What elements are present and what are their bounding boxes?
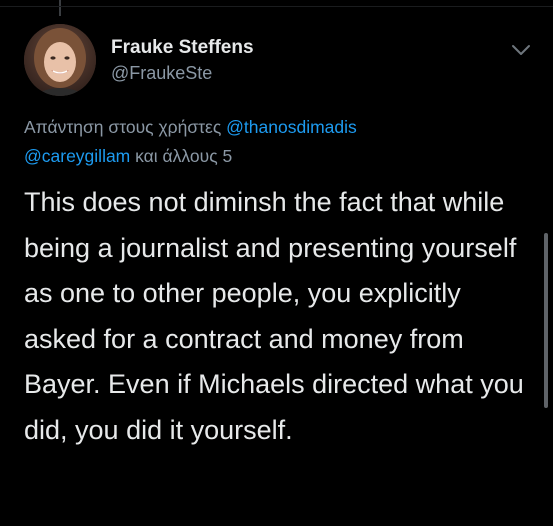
mention-link[interactable]: @thanosdimadis	[226, 117, 357, 137]
author-name[interactable]: Frauke Steffens	[111, 37, 254, 59]
tweet-text: This does not diminsh the fact that whil…	[24, 187, 524, 445]
reply-others-link[interactable]: και άλλους 5	[135, 146, 232, 166]
scrollbar[interactable]	[544, 233, 548, 408]
author-handle[interactable]: @FraukeSte	[111, 63, 212, 84]
avatar[interactable]	[24, 24, 96, 96]
tweet-divider	[0, 6, 553, 7]
chevron-down-icon[interactable]	[510, 42, 532, 58]
mention-link[interactable]: @careygillam	[24, 146, 130, 166]
reply-prefix: Απάντηση στους χρήστες	[24, 117, 222, 137]
reply-context: Απάντηση στους χρήστες @thanosdimadis @c…	[24, 113, 524, 171]
thread-connector-line	[59, 0, 61, 16]
